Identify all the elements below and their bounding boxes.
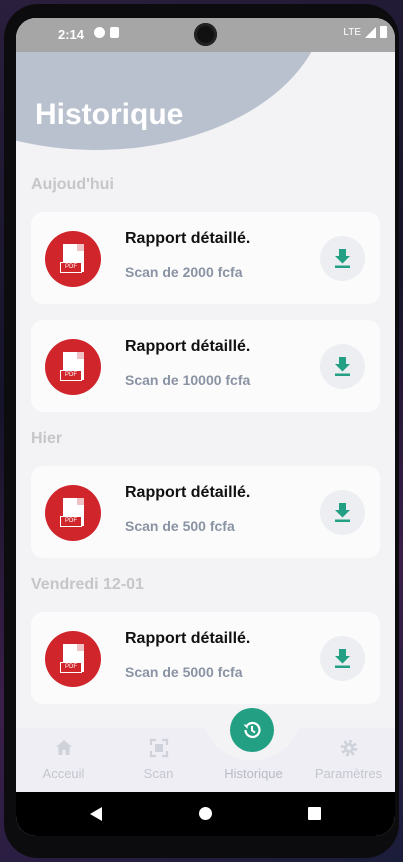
download-icon: [335, 503, 350, 522]
nav-item-settings[interactable]: Paramètres: [301, 728, 395, 792]
section-label-friday: Vendredi 12-01: [31, 576, 144, 593]
pdf-icon: PDF: [45, 231, 101, 287]
gear-icon: [340, 739, 357, 757]
section-label-today: Aujoud'hui: [31, 176, 114, 193]
download-button[interactable]: [320, 490, 365, 535]
download-button[interactable]: [320, 344, 365, 389]
bottom-nav: Acceuil Scan Historique Paramètres: [16, 712, 395, 792]
scan-icon: [149, 738, 168, 758]
card-subtitle: Scan de 500 fcfa: [125, 518, 235, 534]
nav-label: Paramètres: [314, 766, 383, 781]
card-subtitle: Scan de 2000 fcfa: [125, 264, 243, 280]
nav-label: Acceuil: [42, 766, 85, 781]
card-title: Rapport détaillé.: [125, 630, 251, 647]
pdf-badge: PDF: [60, 516, 82, 527]
card-title: Rapport détaillé.: [125, 338, 251, 355]
status-system-icons: LTE: [343, 26, 387, 38]
card-subtitle: Scan de 5000 fcfa: [125, 664, 243, 680]
system-nav-bar: [16, 792, 395, 836]
pdf-badge: PDF: [60, 370, 82, 381]
history-fab-button[interactable]: [230, 708, 274, 752]
download-button[interactable]: [320, 236, 365, 281]
download-icon: [335, 357, 350, 376]
home-button-icon[interactable]: [199, 807, 212, 820]
history-card[interactable]: PDF Rapport détaillé. Scan de 10000 fcfa: [31, 320, 380, 412]
status-notification-icons: [94, 27, 119, 38]
history-card[interactable]: PDF Rapport détaillé. Scan de 500 fcfa: [31, 466, 380, 558]
notification-icon: [94, 27, 105, 38]
download-icon: [335, 249, 350, 268]
phone-frame: 2:14 LTE Historique Aujoud'hui PDF Rappo…: [4, 4, 399, 858]
pdf-icon: PDF: [45, 339, 101, 395]
front-camera: [194, 23, 217, 46]
history-icon: [243, 721, 261, 739]
pdf-icon: PDF: [45, 631, 101, 687]
download-button[interactable]: [320, 636, 365, 681]
card-title: Rapport détaillé.: [125, 230, 251, 247]
status-time: 2:14: [58, 27, 85, 42]
network-type: LTE: [343, 26, 361, 38]
recents-icon[interactable]: [308, 807, 321, 820]
home-icon: [55, 740, 72, 755]
battery-icon: [380, 26, 387, 38]
history-card[interactable]: PDF Rapport détaillé. Scan de 2000 fcfa: [31, 212, 380, 304]
app-screen: 2:14 LTE Historique Aujoud'hui PDF Rappo…: [16, 18, 395, 836]
card-subtitle: Scan de 10000 fcfa: [125, 372, 251, 388]
history-card[interactable]: PDF Rapport détaillé. Scan de 5000 fcfa: [31, 612, 380, 704]
download-icon: [335, 649, 350, 668]
pdf-badge: PDF: [60, 262, 82, 273]
status-bar: 2:14 LTE: [16, 18, 395, 52]
nav-item-scan[interactable]: Scan: [111, 728, 206, 792]
page-title: Historique: [35, 98, 184, 131]
section-label-yesterday: Hier: [31, 430, 63, 447]
nav-label: Historique: [224, 766, 283, 781]
pdf-icon: PDF: [45, 485, 101, 541]
card-title: Rapport détaillé.: [125, 484, 251, 501]
nav-item-home[interactable]: Acceuil: [16, 728, 111, 792]
sd-card-icon: [110, 27, 119, 38]
back-icon[interactable]: [90, 807, 102, 821]
nav-label: Scan: [143, 766, 174, 781]
pdf-badge: PDF: [60, 662, 82, 673]
signal-icon: [365, 26, 376, 38]
